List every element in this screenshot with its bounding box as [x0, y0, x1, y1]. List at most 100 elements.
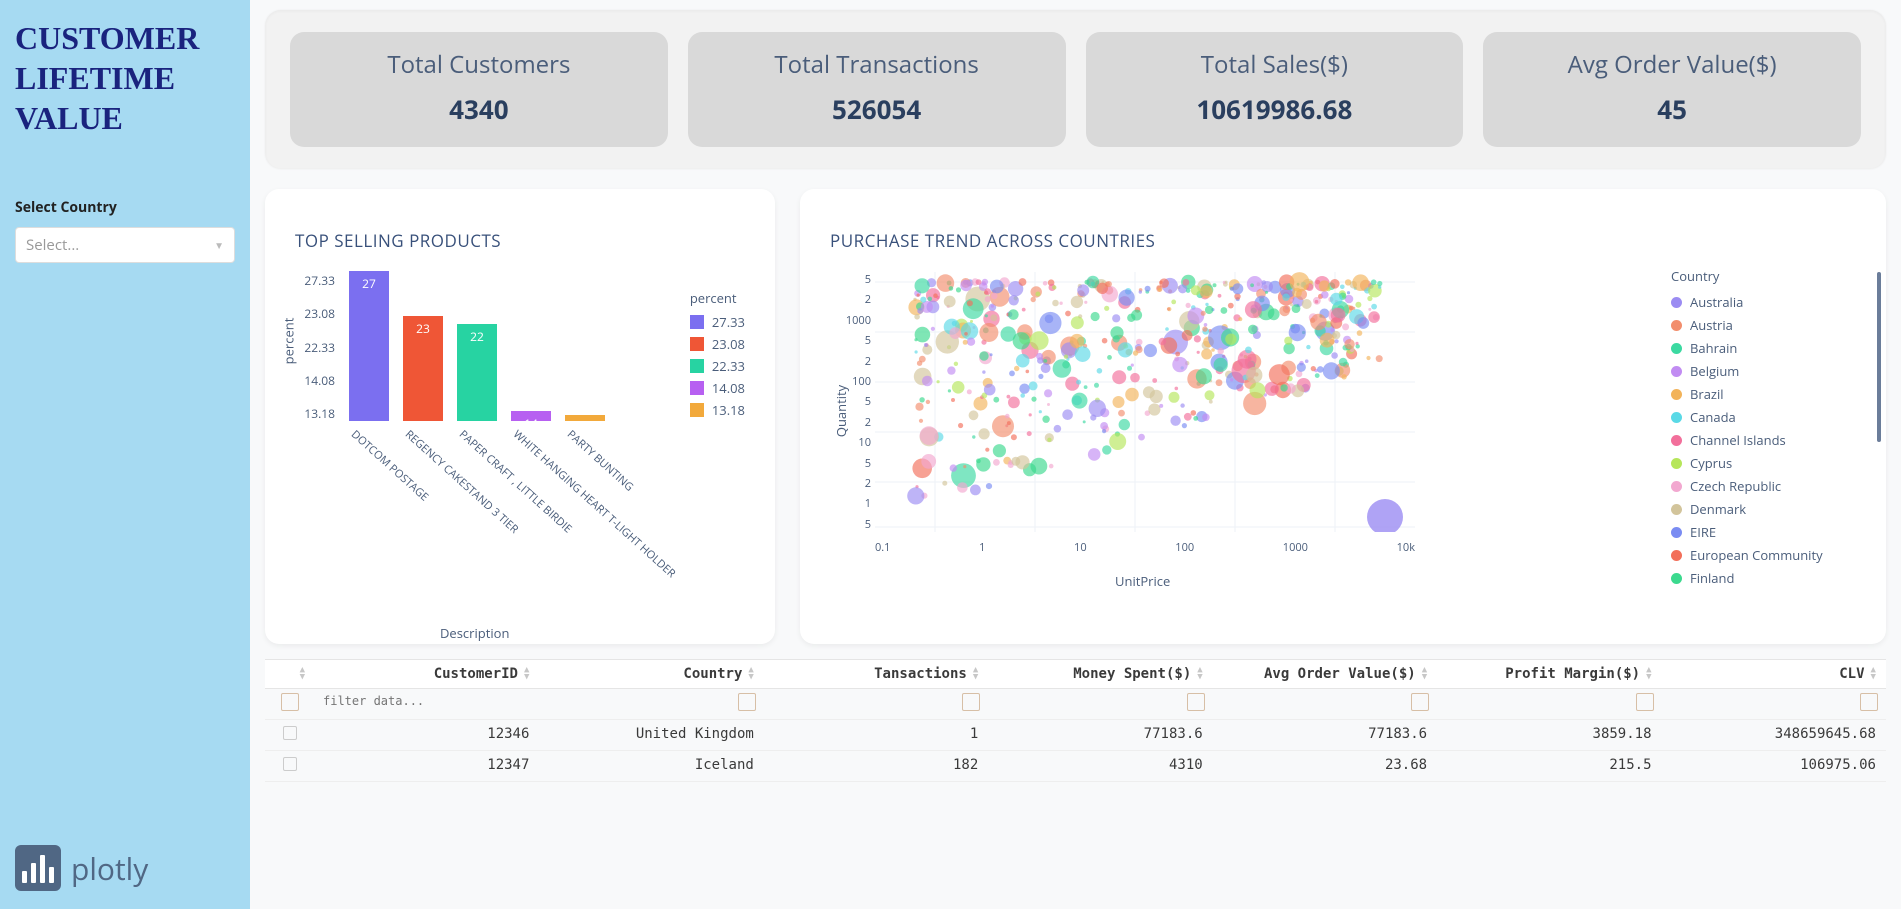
sort-icon: ▲▼: [973, 667, 978, 681]
filter-toggle[interactable]: [1411, 693, 1429, 711]
table-row[interactable]: 12346United Kingdom177183.677183.63859.1…: [265, 720, 1886, 751]
kpi-value: 4340: [300, 91, 658, 127]
filter-toggle[interactable]: [1636, 693, 1654, 711]
bar-chart-legend[interactable]: percent 27.33 23.08 22.33 14.08 13.18: [690, 289, 745, 423]
legend-swatch: [1671, 366, 1682, 377]
filter-toggle[interactable]: [962, 693, 980, 711]
bar[interactable]: [565, 415, 605, 421]
kpi-value: 45: [1493, 91, 1851, 127]
legend-label: Cyprus: [1690, 454, 1732, 472]
table-cell: 23.68: [1213, 751, 1437, 781]
filter-toggle[interactable]: [738, 693, 756, 711]
legend-item[interactable]: Belgium: [1671, 362, 1856, 380]
bar[interactable]: 22: [457, 324, 497, 421]
bar[interactable]: 27: [349, 271, 389, 421]
legend-item[interactable]: 14.08: [690, 379, 745, 397]
legend-item[interactable]: Canada: [1671, 408, 1856, 426]
purchase-trend-scatter[interactable]: Quantity 5210005210052105215 0.111010010…: [875, 272, 1415, 572]
legend-label: European Community: [1690, 546, 1823, 564]
x-axis-ticks: 0.1110100100010k: [875, 540, 1415, 555]
legend-item[interactable]: 23.08: [690, 335, 745, 353]
table-filter-row: [265, 689, 1886, 720]
row-checkbox-cell[interactable]: [265, 751, 315, 781]
row-toggle-header[interactable]: ▲▼: [265, 660, 315, 688]
country-select[interactable]: Select... ▼: [15, 227, 235, 263]
legend-item[interactable]: Brazil: [1671, 385, 1856, 403]
legend-label: Canada: [1690, 408, 1736, 426]
legend-swatch: [690, 315, 704, 329]
plotly-logo: plotly: [15, 845, 235, 891]
table-cell: United Kingdom: [539, 720, 763, 750]
legend-item[interactable]: Channel Islands: [1671, 431, 1856, 449]
row-checkbox[interactable]: [283, 726, 297, 740]
kpi-avg-order-value: Avg Order Value($) 45: [1483, 32, 1861, 147]
sort-icon: ▲▼: [1646, 667, 1651, 681]
sidebar: CUSTOMER LIFETIME VALUE Select Country S…: [0, 0, 250, 909]
table-cell: Iceland: [539, 751, 763, 781]
filter-toggle[interactable]: [1187, 693, 1205, 711]
country-select-placeholder: Select...: [26, 235, 79, 255]
column-label: Country: [683, 666, 742, 682]
column-header[interactable]: Profit Margin($)▲▼: [1437, 660, 1661, 688]
legend-label: 14.08: [712, 379, 745, 397]
legend-title: percent: [690, 289, 745, 307]
legend-swatch: [1671, 412, 1682, 423]
legend-item[interactable]: Cyprus: [1671, 454, 1856, 472]
filter-toggle[interactable]: [1860, 693, 1878, 711]
table-cell: 348659645.68: [1662, 720, 1886, 750]
legend-item[interactable]: Australia: [1671, 293, 1856, 311]
top-selling-bar-chart[interactable]: percent 27.33 23.08 22.33 14.08 13.18 27…: [340, 272, 745, 522]
bar[interactable]: 23: [403, 316, 443, 421]
scatter-legend[interactable]: Country Australia Austria Bahrain Belgium Br…: [1671, 267, 1856, 567]
column-label: Money Spent($): [1073, 666, 1191, 682]
y-axis-ticks: 27.33 23.08 22.33 14.08 13.18: [295, 272, 335, 422]
column-header[interactable]: CustomerID▲▼: [315, 660, 539, 688]
row-checkbox-cell[interactable]: [265, 720, 315, 750]
legend-swatch: [1671, 550, 1682, 561]
bar[interactable]: 14: [511, 411, 551, 421]
legend-item[interactable]: Denmark: [1671, 500, 1856, 518]
column-header[interactable]: Tansactions▲▼: [764, 660, 988, 688]
sort-icon: ▲▼: [1422, 667, 1427, 681]
legend-item[interactable]: European Community: [1671, 546, 1856, 564]
column-header[interactable]: CLV▲▼: [1662, 660, 1886, 688]
column-header[interactable]: Country▲▼: [539, 660, 763, 688]
table-cell: 3859.18: [1437, 720, 1661, 750]
legend-swatch: [1671, 458, 1682, 469]
column-label: CustomerID: [434, 666, 518, 682]
column-header[interactable]: Avg Order Value($) ▲▼: [1213, 660, 1437, 688]
select-all-checkbox[interactable]: [281, 693, 299, 711]
legend-item[interactable]: 27.33: [690, 313, 745, 331]
column-label: Avg Order Value($): [1264, 666, 1416, 682]
table-cell: 1: [764, 720, 988, 750]
row-checkbox[interactable]: [283, 757, 297, 771]
kpi-value: 10619986.68: [1096, 91, 1454, 127]
chart-title: TOP SELLING PRODUCTS: [295, 229, 745, 252]
main-content: Total Customers 4340 Total Transactions …: [250, 0, 1901, 909]
legend-swatch: [1671, 320, 1682, 331]
legend-item[interactable]: 13.18: [690, 401, 745, 419]
legend-swatch: [690, 403, 704, 417]
kpi-label: Total Sales($): [1096, 48, 1454, 81]
legend-label: Czech Republic: [1690, 477, 1781, 495]
table-cell: 12347: [315, 751, 539, 781]
app-title: CUSTOMER LIFETIME VALUE: [15, 18, 235, 138]
table-row[interactable]: 12347Iceland182431023.68215.5106975.06: [265, 751, 1886, 782]
legend-item[interactable]: Bahrain: [1671, 339, 1856, 357]
column-header[interactable]: Money Spent($)▲▼: [988, 660, 1212, 688]
table-header: ▲▼CustomerID▲▼Country▲▼Tansactions▲▼Mone…: [265, 659, 1886, 689]
scatter-plot-svg: [875, 272, 1415, 532]
legend-item[interactable]: EIRE: [1671, 523, 1856, 541]
legend-item[interactable]: Austria: [1671, 316, 1856, 334]
legend-item[interactable]: 22.33: [690, 357, 745, 375]
legend-item[interactable]: Finland: [1671, 569, 1856, 587]
legend-label: EIRE: [1690, 523, 1716, 541]
legend-label: 13.18: [712, 401, 745, 419]
filter-input[interactable]: [323, 694, 531, 708]
kpi-total-sales: Total Sales($) 10619986.68: [1086, 32, 1464, 147]
chart-title: PURCHASE TREND ACROSS COUNTRIES: [830, 229, 1856, 252]
legend-scrollbar[interactable]: [1877, 272, 1881, 442]
legend-item[interactable]: Czech Republic: [1671, 477, 1856, 495]
legend-title: Country: [1671, 267, 1856, 285]
kpi-total-customers: Total Customers 4340: [290, 32, 668, 147]
